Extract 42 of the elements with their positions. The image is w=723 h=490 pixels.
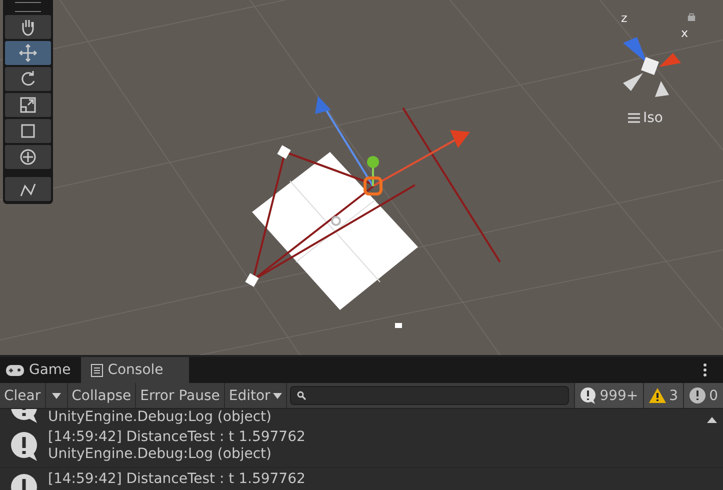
projection-toggle[interactable]: Iso [628,110,663,126]
more-options-icon[interactable] [703,363,707,377]
transform-icon [18,147,38,167]
scale-tool-button[interactable] [5,93,51,117]
warning-count-toggle[interactable]: 3 [643,383,684,408]
search-field[interactable] [290,386,569,405]
log-count-toggle[interactable]: 999+ [574,383,644,408]
log-text: [14:59:42] DistanceTest : t 1.597762 [48,471,306,488]
move-arrows-icon [18,43,38,63]
log-text: UnityEngine.Debug:Log (object) [48,446,272,463]
caret-icon [52,392,61,398]
move-tool-button[interactable] [5,41,51,65]
hand-tool-button[interactable] [5,15,51,39]
lock-icon[interactable] [687,12,696,21]
info-speech-icon [10,431,40,461]
axis-label: x [681,26,688,40]
log-text: [14:59:42] DistanceTest : t 1.597762 [48,429,306,446]
log-entry[interactable]: [14:59:42] DistanceTest : t 1.597762 [0,468,723,490]
log-entry[interactable]: [14:59:42] DistanceTest : t 1.597762 UnityEngine.Debug:Log (object) [0,426,723,468]
drag-handle[interactable] [15,2,41,12]
error-count-toggle[interactable]: 0 [683,383,723,408]
panel-tab[interactable]: Game [0,357,81,383]
error-icon [689,387,706,404]
custom-tool-button[interactable] [5,177,51,201]
warning-icon [649,388,666,403]
scroll-up-icon[interactable] [707,417,717,423]
panel-tab[interactable]: Console [80,357,189,383]
axis-label: z [621,11,628,25]
caret-icon [273,392,282,398]
info-speech-icon [580,387,597,404]
projection-label: Iso [643,110,663,126]
menu-icon [628,113,640,123]
transform-tool-button[interactable] [5,145,51,169]
scene-view[interactable]: z x Iso [0,0,723,355]
rect-tool-button[interactable] [5,119,51,143]
log-entry[interactable]: UnityEngine.Debug:Log (object) [0,409,723,426]
gamepad-icon [6,364,24,376]
log-text: UnityEngine.Debug:Log (object) [48,409,272,426]
rotate-tool-button[interactable] [5,67,51,91]
console-icon [90,364,103,376]
search-icon [297,391,306,400]
scale-icon [18,95,38,115]
